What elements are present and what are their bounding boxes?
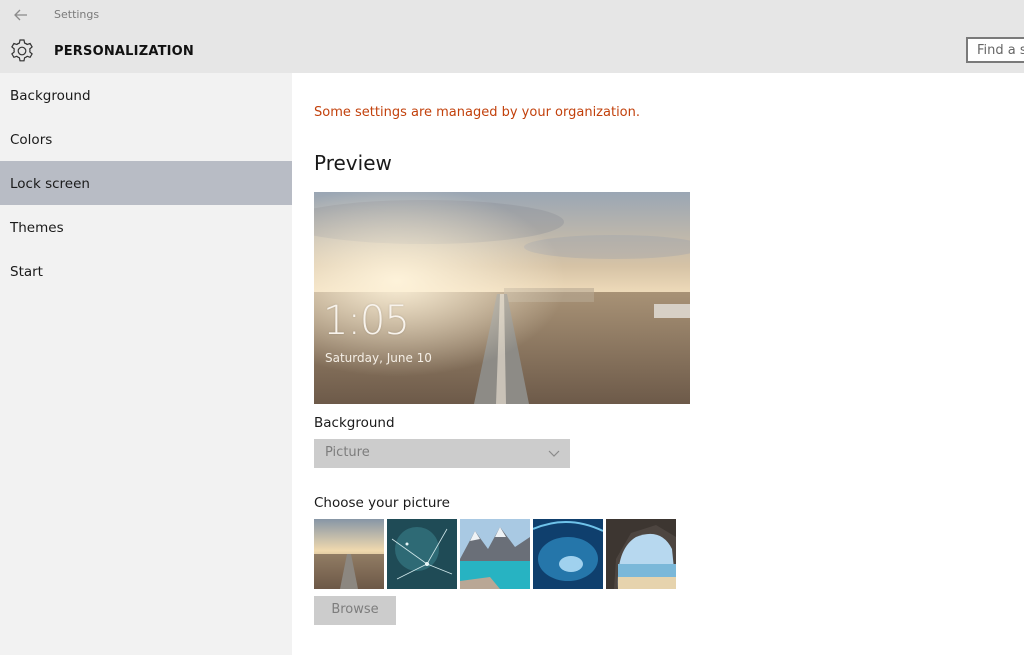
chevron-down-icon (548, 450, 560, 457)
back-arrow-icon (14, 9, 27, 21)
search-input[interactable]: Find a se (966, 37, 1024, 63)
preview-heading: Preview (314, 151, 392, 175)
picture-thumbnail[interactable] (533, 519, 603, 589)
picture-thumbnail[interactable] (460, 519, 530, 589)
background-dropdown[interactable]: Picture (314, 439, 570, 468)
picture-thumbnail[interactable] (314, 519, 384, 589)
picture-thumbnail[interactable] (387, 519, 457, 589)
sidebar-item-background[interactable]: Background (0, 73, 292, 117)
back-button[interactable] (8, 5, 34, 25)
managed-notice: Some settings are managed by your organi… (314, 105, 641, 120)
picture-thumbnail[interactable] (606, 519, 676, 589)
sidebar-item-colors[interactable]: Colors (0, 117, 292, 161)
app-title: Settings (54, 8, 100, 21)
background-label: Background (314, 415, 395, 431)
preview-clock-date: Saturday, June 10 (325, 351, 432, 365)
choose-picture-label: Choose your picture (314, 495, 450, 511)
sidebar-item-lock-screen[interactable]: Lock screen (0, 161, 292, 205)
page-header: PERSONALIZATION Find a se (0, 30, 1024, 73)
lock-screen-preview: 1:05 Saturday, June 10 (314, 192, 690, 404)
background-dropdown-value: Picture (325, 445, 370, 460)
sidebar-item-start[interactable]: Start (0, 249, 292, 293)
gear-icon (9, 38, 35, 64)
preview-clock-time: 1:05 (323, 298, 410, 344)
page-title: PERSONALIZATION (54, 44, 195, 59)
sidebar-item-themes[interactable]: Themes (0, 205, 292, 249)
browse-button[interactable]: Browse (314, 596, 396, 625)
sidebar: Background Colors Lock screen Themes Sta… (0, 73, 292, 655)
title-bar: Settings (0, 0, 1024, 30)
